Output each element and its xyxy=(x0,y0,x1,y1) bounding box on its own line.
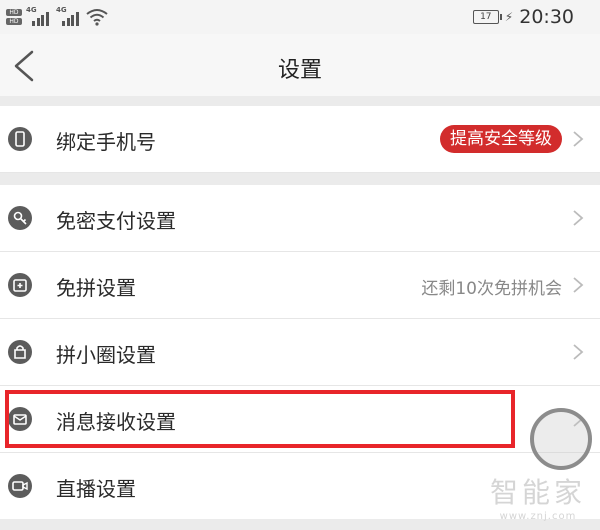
status-time: 20:30 xyxy=(519,6,574,28)
status-bar: HD HD 4G 4G 17 ⚡ 20:30 xyxy=(0,0,600,34)
security-badge: 提高安全等级 xyxy=(440,125,562,153)
chevron-right-icon xyxy=(573,344,584,360)
chevron-right-icon xyxy=(573,277,584,293)
row-label: 免拼设置 xyxy=(56,276,136,300)
phone-icon xyxy=(8,127,32,151)
charging-icon: ⚡ xyxy=(504,10,514,24)
row-label: 绑定手机号 xyxy=(56,130,156,154)
page-title: 设置 xyxy=(277,58,322,83)
section-divider xyxy=(0,96,600,106)
wifi-icon xyxy=(86,9,108,26)
row-label: 直播设置 xyxy=(56,477,136,501)
settings-row-free-group[interactable]: 免拼设置 还剩10次免拼机会 xyxy=(0,252,600,319)
free-group-count: 还剩10次免拼机会 xyxy=(421,279,562,299)
chevron-right-icon xyxy=(573,210,584,226)
chevron-right-icon xyxy=(573,131,584,147)
ticket-icon xyxy=(8,273,32,297)
row-label: 免密支付设置 xyxy=(56,209,176,233)
section-divider xyxy=(0,173,600,185)
sim-badges: HD HD xyxy=(6,9,22,25)
settings-row-circle[interactable]: 拼小圈设置 xyxy=(0,319,600,386)
status-right: 17 ⚡ 20:30 xyxy=(472,5,574,29)
watermark: 智能家 www.znj.com xyxy=(490,471,586,522)
row-label: 消息接收设置 xyxy=(56,410,176,434)
camera-icon xyxy=(8,474,32,498)
sim1-badge: HD xyxy=(6,9,22,16)
settings-row-bind-phone[interactable]: 绑定手机号 提高安全等级 xyxy=(0,106,600,173)
touch-indicator xyxy=(530,408,592,470)
watermark-url: www.znj.com xyxy=(499,511,577,522)
bag-icon xyxy=(8,340,32,364)
watermark-name: 智能家 xyxy=(489,476,586,509)
signal-2-icon: 4G xyxy=(56,6,82,28)
status-left: HD HD 4G 4G xyxy=(6,4,108,30)
signal-1-icon: 4G xyxy=(26,6,52,28)
settings-row-free-payment[interactable]: 免密支付设置 xyxy=(0,185,600,252)
key-icon xyxy=(8,206,32,230)
nav-bar: 设置 xyxy=(0,34,600,96)
settings-row-messages[interactable]: 消息接收设置 xyxy=(0,386,600,453)
battery-icon: 17 xyxy=(472,10,502,24)
row-label: 拼小圈设置 xyxy=(56,343,156,367)
mail-icon xyxy=(8,407,32,431)
sim2-badge: HD xyxy=(6,18,22,25)
